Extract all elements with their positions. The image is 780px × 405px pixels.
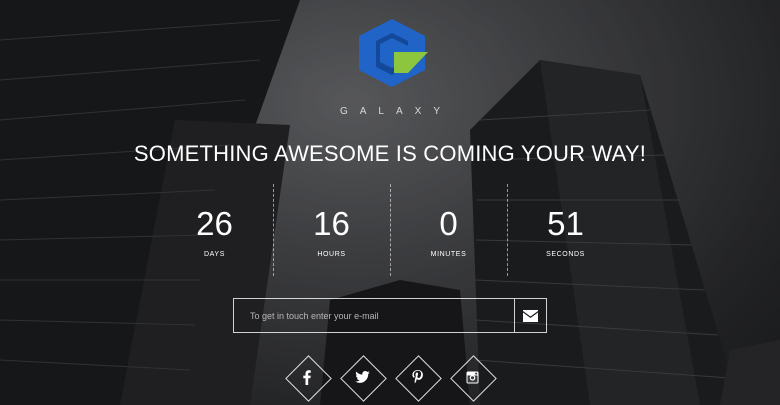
pinterest-link[interactable] bbox=[396, 355, 440, 399]
instagram-link[interactable] bbox=[451, 355, 495, 399]
pinterest-icon bbox=[412, 370, 424, 384]
subscribe-button[interactable] bbox=[514, 299, 546, 332]
subscribe-form bbox=[233, 298, 547, 333]
countdown-days: 26 DAYS bbox=[156, 184, 273, 276]
social-links bbox=[285, 355, 495, 399]
email-input[interactable] bbox=[234, 299, 514, 332]
countdown-days-label: DAYS bbox=[204, 251, 225, 258]
galaxy-logo-icon bbox=[359, 19, 428, 87]
twitter-link[interactable] bbox=[340, 355, 384, 399]
countdown-hours: 16 HOURS bbox=[273, 184, 390, 276]
countdown-minutes-label: MINUTES bbox=[430, 251, 467, 258]
brand-name: GALAXY bbox=[339, 106, 453, 117]
countdown-timer: 26 DAYS 16 HOURS 0 MINUTES 51 SECONDS bbox=[156, 184, 624, 276]
instagram-icon bbox=[466, 371, 479, 383]
page-headline: SOMETHING AWESOME IS COMING YOUR WAY! bbox=[133, 141, 647, 166]
countdown-seconds-value: 51 bbox=[547, 205, 584, 242]
countdown-days-value: 26 bbox=[196, 205, 233, 242]
countdown-hours-label: HOURS bbox=[317, 251, 346, 258]
twitter-icon bbox=[355, 371, 370, 383]
envelope-icon bbox=[523, 309, 538, 322]
countdown-minutes-value: 0 bbox=[439, 205, 458, 242]
facebook-icon bbox=[303, 369, 311, 385]
countdown-hours-value: 16 bbox=[313, 205, 350, 242]
countdown-minutes: 0 MINUTES bbox=[390, 184, 507, 276]
countdown-seconds: 51 SECONDS bbox=[507, 184, 624, 276]
countdown-seconds-label: SECONDS bbox=[546, 251, 585, 258]
facebook-link[interactable] bbox=[285, 355, 329, 399]
